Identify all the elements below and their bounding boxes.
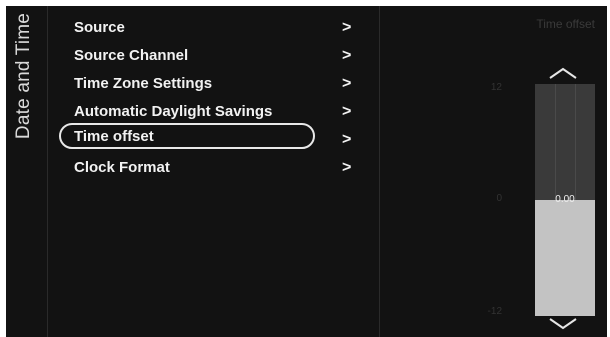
chevron-right-icon: > [342, 159, 352, 176]
tv-settings-screen: Date and Time Source > Source Channel > … [6, 6, 607, 337]
menu-item-label: Clock Format [74, 159, 170, 176]
chevron-right-icon: > [342, 75, 352, 92]
slider-value: 0.00 [555, 194, 575, 205]
section-title-text: Date and Time [13, 12, 34, 140]
chevron-right-icon: > [342, 19, 352, 36]
panel-title: Time offset [536, 17, 595, 31]
chevron-right-icon: > [342, 47, 352, 64]
menu-item-label: Source Channel [74, 47, 189, 64]
menu-item-label: Time Zone Settings [74, 75, 213, 92]
settings-menu: Source > Source Channel > Time Zone Sett… [59, 6, 379, 337]
chevron-down-icon[interactable] [548, 317, 578, 331]
section-title: Date and Time [6, 6, 42, 337]
left-divider [47, 6, 48, 337]
slider-max-label: 12 [490, 82, 502, 93]
menu-item-time-offset[interactable]: Time offset > [59, 123, 359, 151]
chevron-up-icon[interactable] [548, 66, 578, 80]
time-offset-panel: Time offset 12 0 -12 0.00 [380, 6, 607, 337]
menu-item-time-zone-settings[interactable]: Time Zone Settings > [59, 71, 359, 99]
menu-item-source[interactable]: Source > [59, 15, 359, 43]
chevron-right-icon: > [342, 131, 352, 148]
slider-fill [535, 200, 595, 316]
slider-min-label: -12 [487, 306, 502, 317]
menu-item-label: Source [74, 19, 125, 36]
menu-item-source-channel[interactable]: Source Channel > [59, 43, 359, 71]
menu-item-label: Time offset [74, 128, 154, 145]
menu-item-label: Automatic Daylight Savings [74, 103, 273, 120]
slider-mid-label: 0 [496, 193, 502, 204]
chevron-right-icon: > [342, 103, 352, 120]
menu-item-clock-format[interactable]: Clock Format > [59, 155, 359, 183]
time-offset-slider[interactable]: 0.00 [535, 84, 595, 316]
